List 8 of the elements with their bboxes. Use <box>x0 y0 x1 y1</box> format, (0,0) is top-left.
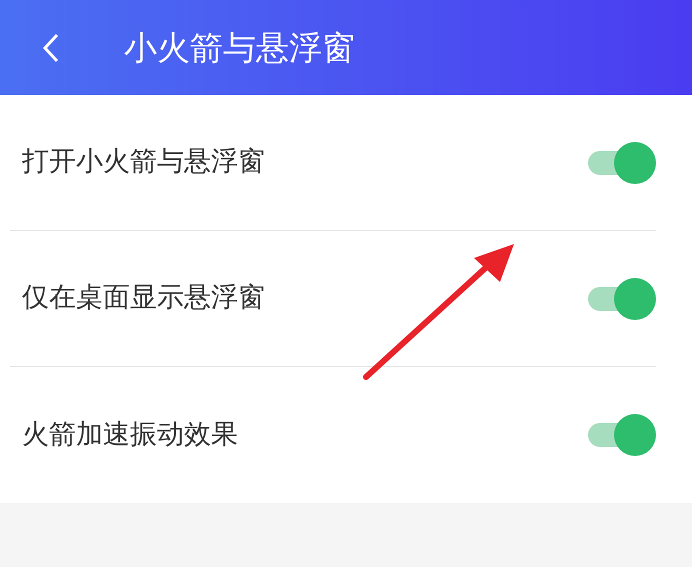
page-title: 小火箭与悬浮窗 <box>124 26 355 69</box>
toggle-switch[interactable] <box>588 278 656 320</box>
setting-label: 打开小火箭与悬浮窗 <box>21 145 265 180</box>
toggle-switch[interactable] <box>588 414 656 456</box>
setting-label: 火箭加速振动效果 <box>21 418 238 452</box>
toggle-switch[interactable] <box>588 142 656 184</box>
back-icon[interactable] <box>42 32 60 62</box>
setting-label: 仅在桌面显示悬浮窗 <box>21 281 265 316</box>
